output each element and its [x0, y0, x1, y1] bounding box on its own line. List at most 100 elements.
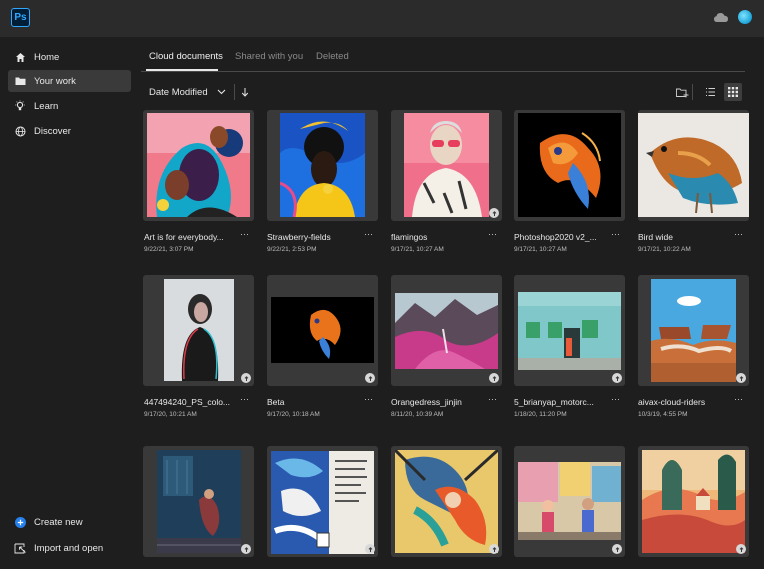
artwork-thumbnail	[518, 113, 621, 217]
artwork-thumbnail	[280, 113, 365, 217]
file-thumbnail-card[interactable]	[391, 275, 502, 386]
import-and-open-label: Import and open	[34, 542, 104, 554]
file-name[interactable]: aivax-cloud-riders	[638, 397, 705, 407]
sidebar-item-label: Your work	[34, 75, 76, 87]
more-options-button[interactable]: ···	[488, 229, 497, 239]
new-folder-icon	[675, 88, 688, 97]
new-folder-button[interactable]	[673, 83, 691, 101]
grid-view-button[interactable]	[724, 83, 742, 101]
file-name[interactable]: Orangedress_jinjin	[391, 397, 462, 407]
cloud-sync-icon	[365, 373, 375, 383]
more-options-button[interactable]: ···	[611, 229, 620, 239]
sort-bar: Date Modified	[149, 83, 249, 101]
file-thumbnail-card[interactable]	[514, 110, 625, 221]
sidebar: Home Your work Learn Discover Create new…	[0, 37, 140, 569]
grid-view-icon	[728, 87, 738, 97]
sidebar-item-your-work[interactable]: Your work	[8, 70, 131, 92]
file-thumbnail-card[interactable]	[267, 275, 378, 386]
sort-label: Date Modified	[149, 86, 208, 98]
file-date: 10/3/19, 4:55 PM	[638, 411, 688, 418]
file-date: 9/17/20, 10:18 AM	[267, 411, 320, 418]
top-bar: Ps	[0, 0, 764, 37]
cloud-sync-icon	[489, 208, 499, 218]
file-thumbnail-card[interactable]	[391, 446, 502, 557]
plus-circle-icon	[14, 516, 26, 528]
file-date: 9/22/21, 3:07 PM	[144, 246, 194, 253]
sidebar-item-label: Learn	[34, 100, 59, 112]
file-date: 9/22/21, 2:53 PM	[267, 246, 317, 253]
file-name[interactable]: Strawberry-fields	[267, 232, 331, 242]
more-options-button[interactable]: ···	[240, 229, 249, 239]
artwork-thumbnail	[518, 292, 621, 370]
file-date: 9/17/21, 10:27 AM	[514, 246, 567, 253]
cloud-sync-icon	[241, 373, 251, 383]
lightbulb-icon	[14, 100, 26, 112]
sort-direction-icon[interactable]	[241, 87, 249, 97]
cloud-sync-icon	[241, 544, 251, 554]
artwork-thumbnail	[395, 293, 498, 369]
sidebar-item-learn[interactable]: Learn	[8, 95, 131, 117]
cloud-sync-icon	[612, 544, 622, 554]
divider	[233, 84, 235, 100]
more-options-button[interactable]: ···	[734, 229, 743, 239]
file-date: 1/18/20, 11:20 PM	[514, 411, 567, 418]
artwork-thumbnail	[164, 279, 234, 381]
sidebar-item-home[interactable]: Home	[8, 46, 131, 68]
artwork-thumbnail	[404, 113, 489, 217]
file-thumbnail-card[interactable]	[267, 446, 378, 557]
more-options-button[interactable]: ···	[611, 394, 620, 404]
list-view-button[interactable]	[701, 83, 719, 101]
sort-dropdown[interactable]: Date Modified	[149, 87, 226, 98]
artwork-thumbnail	[651, 279, 736, 382]
globe-icon	[14, 125, 26, 137]
cloud-sync-icon	[489, 373, 499, 383]
import-icon	[14, 542, 26, 554]
file-thumbnail-card[interactable]	[391, 110, 502, 221]
cloud-sync-icon	[612, 373, 622, 383]
more-options-button[interactable]: ···	[364, 394, 373, 404]
file-thumbnail-card[interactable]	[514, 446, 625, 557]
file-thumbnail-card[interactable]	[638, 275, 749, 386]
photoshop-logo: Ps	[11, 8, 30, 27]
more-options-button[interactable]: ···	[364, 229, 373, 239]
file-thumbnail-card[interactable]	[143, 275, 254, 386]
divider	[692, 84, 693, 100]
cloud-icon[interactable]	[713, 11, 729, 23]
file-date: 9/17/21, 10:22 AM	[638, 246, 691, 253]
file-name[interactable]: Photoshop2020 v2_...	[514, 232, 597, 242]
tab-shared-with-you[interactable]: Shared with you	[235, 51, 303, 62]
cloud-sync-icon	[736, 373, 746, 383]
list-view-icon	[705, 88, 715, 96]
create-new-button[interactable]: Create new	[8, 511, 83, 533]
chevron-down-icon	[217, 89, 226, 95]
file-thumbnail-card[interactable]	[143, 110, 254, 221]
tab-cloud-documents[interactable]: Cloud documents	[149, 51, 223, 62]
file-thumbnail-card[interactable]	[143, 446, 254, 557]
import-and-open-button[interactable]: Import and open	[8, 537, 103, 559]
tab-deleted[interactable]: Deleted	[316, 51, 349, 62]
more-options-button[interactable]: ···	[488, 394, 497, 404]
file-thumbnail-card[interactable]	[267, 110, 378, 221]
file-thumbnail-card[interactable]	[514, 275, 625, 386]
sidebar-item-label: Home	[34, 51, 60, 63]
file-name[interactable]: Bird wide	[638, 232, 673, 242]
file-name[interactable]: 5_brianyap_motorc...	[514, 397, 594, 407]
sidebar-item-discover[interactable]: Discover	[8, 120, 131, 142]
file-name[interactable]: flamingos	[391, 232, 427, 242]
artwork-thumbnail	[157, 450, 241, 553]
file-thumbnail-card[interactable]	[638, 446, 749, 557]
file-date: 8/11/20, 10:39 AM	[391, 411, 444, 418]
cloud-sync-icon	[489, 544, 499, 554]
home-icon	[14, 51, 26, 63]
file-thumbnail-card[interactable]	[638, 110, 749, 221]
more-options-button[interactable]: ···	[734, 394, 743, 404]
document-tabs: Cloud documents Shared with you Deleted	[141, 47, 745, 72]
file-name[interactable]: 447494240_PS_colo...	[144, 397, 230, 407]
avatar[interactable]	[738, 10, 752, 24]
more-options-button[interactable]: ···	[240, 394, 249, 404]
cloud-sync-icon	[365, 544, 375, 554]
artwork-thumbnail	[518, 462, 621, 540]
file-name[interactable]: Beta	[267, 397, 285, 407]
folder-icon	[14, 75, 26, 87]
file-name[interactable]: Art is for everybody...	[144, 232, 224, 242]
